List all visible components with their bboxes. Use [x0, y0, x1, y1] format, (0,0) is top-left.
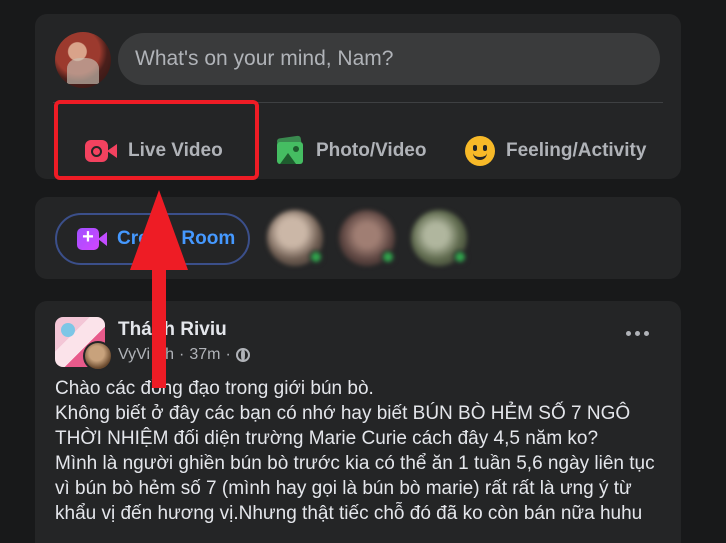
meta-separator: · [179, 346, 185, 363]
post-time[interactable]: 37m [189, 346, 220, 364]
author-avatar[interactable] [83, 341, 113, 371]
feeling-activity-label: Feeling/Activity [506, 140, 647, 161]
photo-video-label: Photo/Video [316, 140, 427, 161]
live-video-button[interactable]: Live Video [85, 112, 223, 190]
user-avatar[interactable] [55, 32, 111, 88]
online-status-dot [453, 250, 467, 264]
online-friend-avatar[interactable] [339, 210, 395, 266]
feed-post: Thánh Riviu VyVi Ph · 37m · Chào các đồn… [35, 301, 681, 543]
post-body-text: Chào các đồng đạo trong giới bún bò. Khô… [55, 378, 655, 524]
photo-video-icon [275, 135, 305, 165]
whats-on-your-mind-input[interactable]: What's on your mind, Nam? [118, 33, 660, 85]
more-icon[interactable] [626, 331, 649, 336]
create-room-icon [77, 226, 107, 250]
online-status-dot [309, 250, 323, 264]
feeling-icon [465, 136, 495, 166]
live-video-icon [85, 140, 117, 162]
photo-video-button[interactable]: Photo/Video [275, 112, 426, 190]
online-friend-avatar[interactable] [411, 210, 467, 266]
meta-separator: · [225, 346, 231, 363]
globe-icon [235, 348, 250, 362]
annotation-arrow-shaft [152, 240, 166, 388]
composer-divider [53, 102, 663, 103]
live-video-label: Live Video [128, 140, 223, 161]
online-status-dot [381, 250, 395, 264]
post-author-name[interactable]: Thánh Riviu [118, 319, 227, 341]
post-composer: What's on your mind, Nam? Live Video Pho… [35, 14, 681, 179]
post-meta: VyVi Ph · 37m · [118, 346, 250, 364]
feeling-activity-button[interactable]: Feeling/Activity [465, 112, 646, 190]
online-friend-avatar[interactable] [267, 210, 323, 266]
